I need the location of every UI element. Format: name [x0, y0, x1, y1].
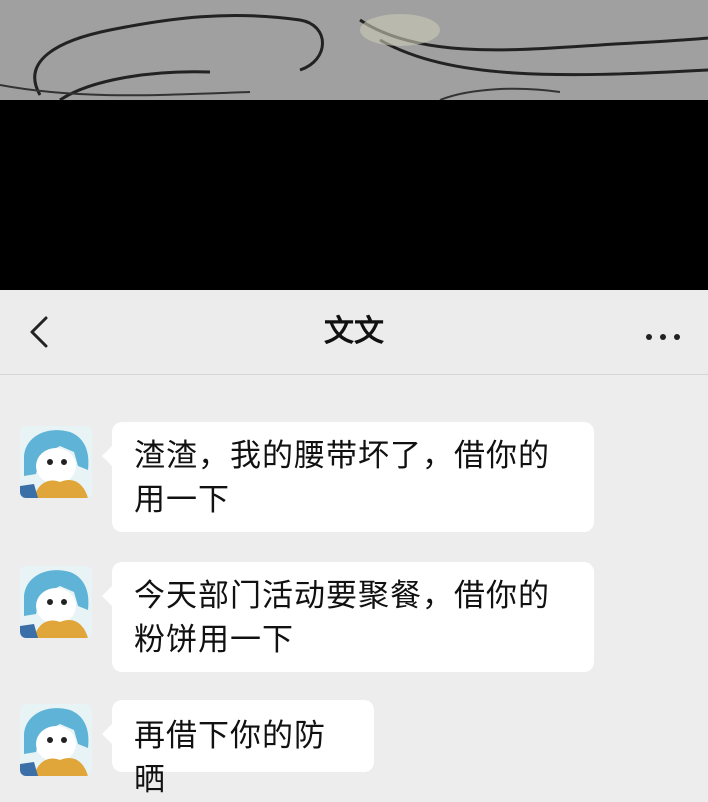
more-button[interactable]: [634, 314, 692, 354]
avatar[interactable]: [20, 704, 92, 776]
anime-avatar-icon: [20, 704, 92, 776]
chat-header: 文文: [0, 290, 708, 375]
chat-title: 文文: [324, 314, 384, 349]
avatar[interactable]: [20, 566, 92, 638]
black-bar: [0, 100, 708, 290]
anime-avatar-icon: [20, 426, 92, 498]
message-bubble: 今天部门活动要聚餐，借你的粉饼用一下: [102, 562, 594, 672]
message-bubble: 渣渣，我的腰带坏了，借你的用一下: [102, 422, 594, 532]
avatar[interactable]: [20, 426, 92, 498]
manga-panel-image: [0, 0, 708, 100]
anime-avatar-icon: [20, 566, 92, 638]
chat-screen: 文文 渣渣，我的腰带坏了，借你的用一下 今天部门活动要聚餐，借你的粉饼用一下 再…: [0, 290, 708, 798]
more-dots-icon: [642, 325, 684, 344]
message-bubble: 再借下你的防晒: [102, 700, 374, 798]
